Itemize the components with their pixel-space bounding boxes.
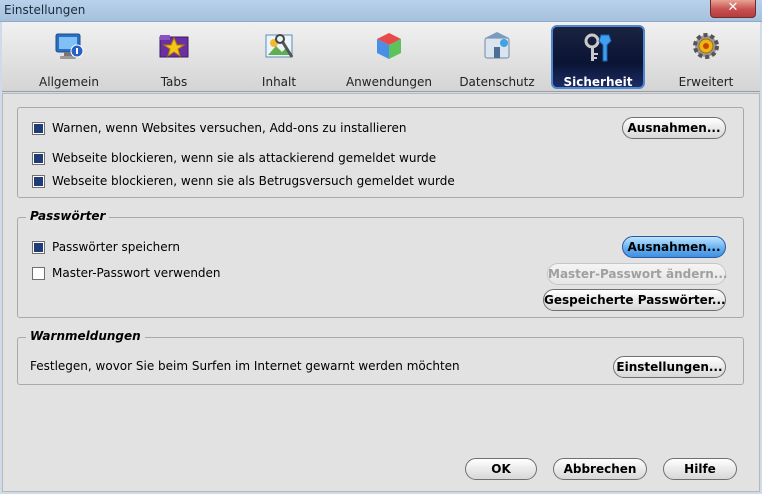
warnings-group: Warnmeldungen Festlegen, wovor Sie beim … — [17, 329, 744, 385]
security-panel: Warnen, wenn Websites versuchen, Add-ons… — [2, 93, 760, 492]
window-title: Einstellungen — [4, 3, 86, 17]
tab-label: Inhalt — [261, 75, 297, 89]
block-fraud-row[interactable]: Webseite blockieren, wenn sie als Betrug… — [32, 173, 455, 189]
master-password-checkbox[interactable] — [32, 266, 45, 280]
block-attack-row[interactable]: Webseite blockieren, wenn sie als attack… — [32, 150, 436, 166]
tab-inhalt[interactable]: Inhalt — [236, 25, 322, 89]
tab-label: Erweitert — [678, 75, 734, 89]
tab-label: Datenschutz — [459, 75, 535, 89]
close-icon: ✕ — [727, 0, 739, 15]
tab-anwendungen[interactable]: Anwendungen — [339, 25, 439, 89]
save-passwords-row[interactable]: Passwörter speichern — [32, 239, 180, 255]
passwords-group: Passwörter Passwörter speichern Ausnahme… — [17, 209, 744, 318]
save-passwords-checkbox[interactable] — [32, 240, 45, 254]
tab-sicherheit[interactable]: Sicherheit — [551, 25, 645, 89]
applications-icon — [377, 33, 401, 59]
close-button[interactable]: ✕ — [710, 0, 756, 18]
advanced-gear-icon — [693, 33, 719, 59]
tab-label: Tabs — [160, 75, 188, 89]
addons-exceptions-button[interactable]: Ausnahmen... — [622, 117, 726, 139]
addons-group: Warnen, wenn Websites versuchen, Add-ons… — [17, 107, 744, 198]
tab-label: Allgemein — [39, 75, 99, 89]
warn-addons-label: Warnen, wenn Websites versuchen, Add-ons… — [52, 121, 407, 135]
content-icon — [265, 34, 294, 58]
warn-addons-row[interactable]: Warnen, wenn Websites versuchen, Add-ons… — [32, 120, 406, 136]
passwords-exceptions-button[interactable]: Ausnahmen... — [622, 236, 726, 258]
block-fraud-label: Webseite blockieren, wenn sie als Betrug… — [52, 174, 455, 188]
tab-label: Anwendungen — [345, 75, 433, 89]
tab-allgemein[interactable]: Allgemein — [24, 25, 114, 89]
general-monitor-icon — [55, 33, 84, 59]
warnings-description-text: Festlegen, wovor Sie beim Surfen im Inte… — [30, 359, 460, 373]
master-password-row[interactable]: Master-Passwort verwenden — [32, 265, 221, 281]
block-attack-checkbox[interactable] — [32, 151, 45, 165]
block-fraud-checkbox[interactable] — [32, 174, 45, 188]
warnings-settings-button[interactable]: Einstellungen... — [613, 356, 726, 378]
passwords-legend: Passwörter — [26, 209, 110, 223]
master-password-label: Master-Passwort verwenden — [52, 266, 221, 280]
save-passwords-label: Passwörter speichern — [52, 240, 180, 254]
warnings-legend: Warnmeldungen — [26, 329, 145, 343]
preferences-toolbar: Allgemein Tabs Inhalt Anwendungen Datens… — [2, 22, 760, 92]
title-bar: Einstellungen ✕ — [0, 0, 762, 22]
tab-erweitert[interactable]: Erweitert — [666, 25, 746, 89]
tab-datenschutz[interactable]: Datenschutz — [452, 25, 542, 89]
tabs-icon — [159, 35, 189, 58]
block-attack-label: Webseite blockieren, wenn sie als attack… — [52, 151, 437, 165]
cancel-button[interactable]: Abbrechen — [553, 458, 647, 480]
change-master-password-button[interactable]: Master-Passwort ändern... — [547, 263, 727, 285]
ok-button[interactable]: OK — [465, 458, 537, 480]
warnings-description: Festlegen, wovor Sie beim Surfen im Inte… — [30, 358, 460, 374]
tab-label: Sicherheit — [563, 75, 633, 89]
saved-passwords-button[interactable]: Gespeicherte Passwörter... — [543, 289, 726, 311]
tab-tabs[interactable]: Tabs — [134, 25, 214, 89]
security-keys-icon — [584, 33, 612, 62]
privacy-icon — [484, 32, 510, 59]
warn-addons-checkbox[interactable] — [32, 121, 45, 135]
help-button[interactable]: Hilfe — [663, 458, 737, 480]
